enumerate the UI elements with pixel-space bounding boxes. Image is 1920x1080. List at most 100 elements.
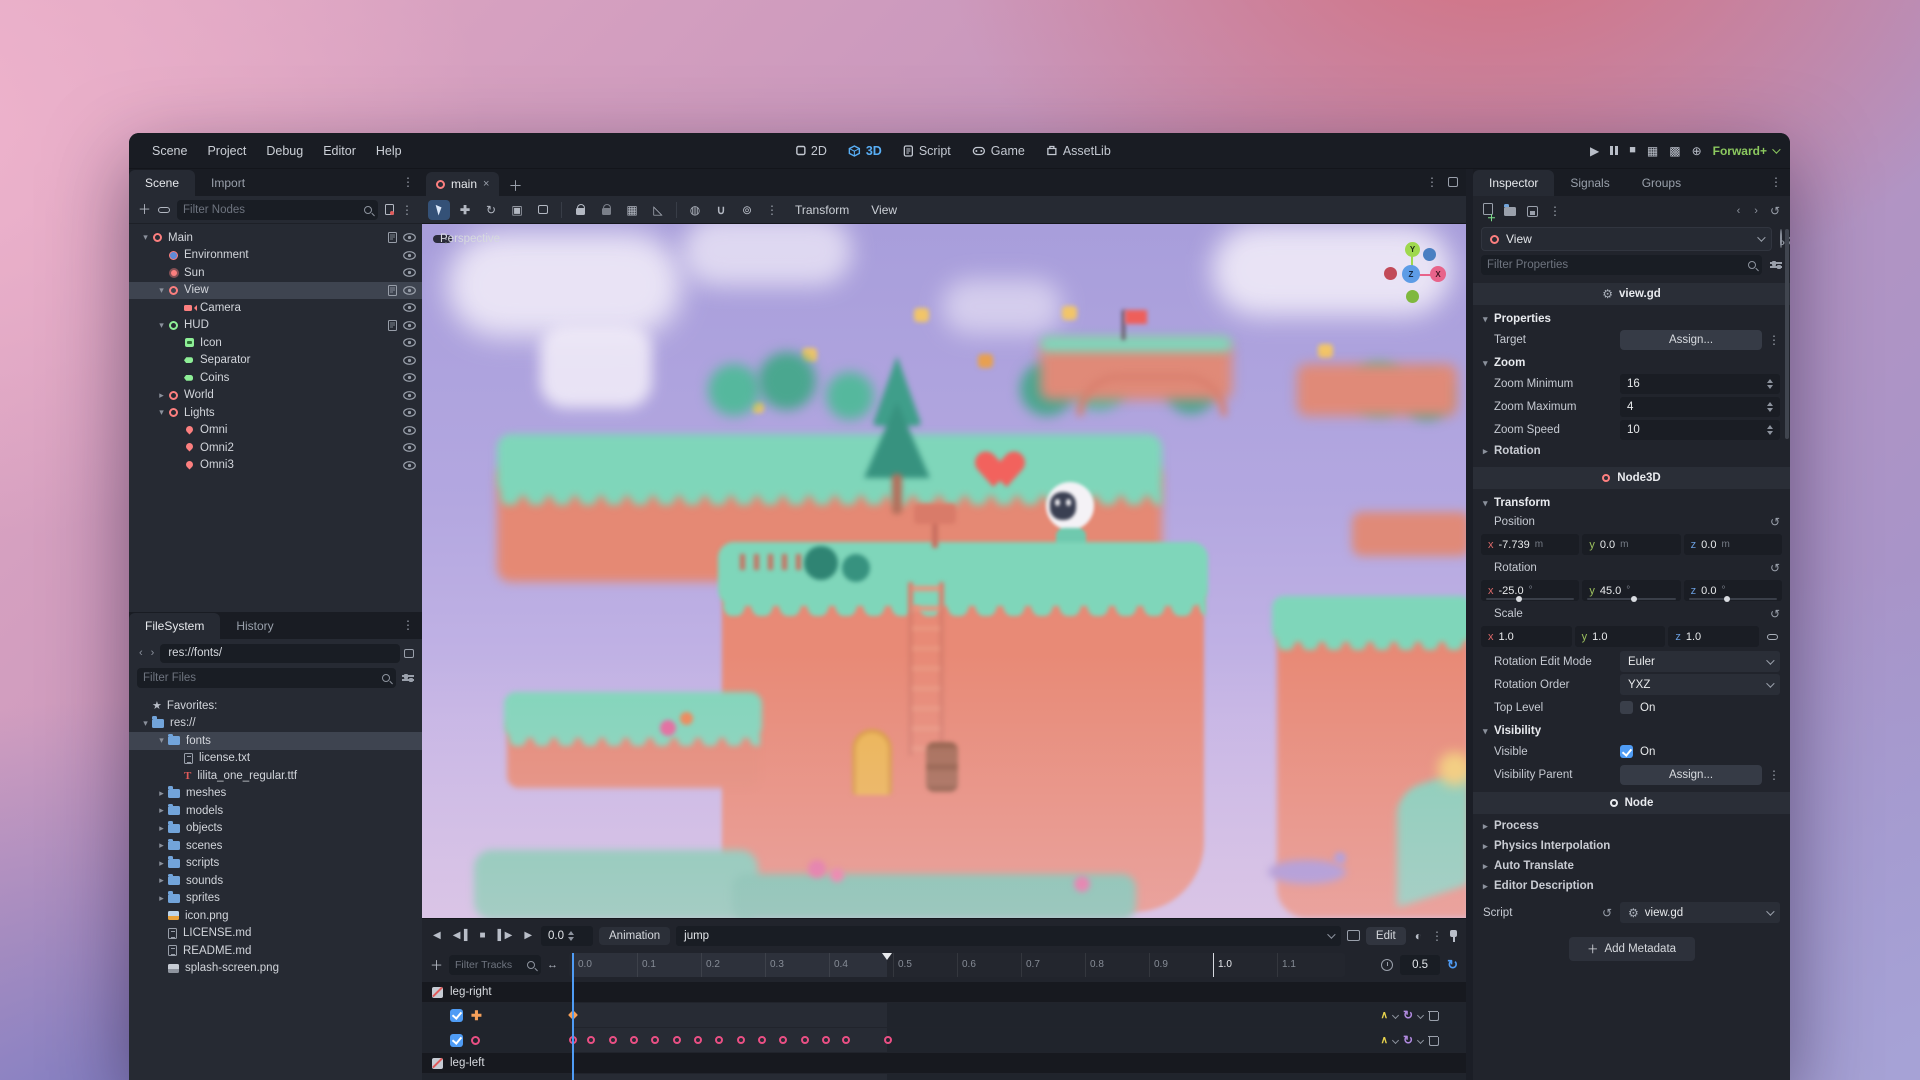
nav-forward-icon[interactable]: › bbox=[149, 647, 157, 659]
eye-icon[interactable] bbox=[403, 426, 416, 435]
rotation-z-field[interactable]: z0.0° bbox=[1684, 580, 1782, 601]
eye-icon[interactable] bbox=[403, 408, 416, 417]
file-row[interactable]: res:// bbox=[129, 715, 422, 733]
play-backwards-icon[interactable]: ◀▐ bbox=[450, 930, 471, 941]
scene-tree-row[interactable]: World bbox=[129, 387, 422, 405]
nav-back-icon[interactable]: ‹ bbox=[137, 647, 145, 659]
lock-button[interactable] bbox=[569, 200, 591, 220]
node3d-class-header[interactable]: Node3D bbox=[1473, 467, 1790, 489]
scene-tree-row[interactable]: Lights bbox=[129, 404, 422, 422]
track-row[interactable]: ✚ ∧ ↻ bbox=[422, 1003, 1466, 1027]
collapsed-section[interactable]: ▸Process bbox=[1473, 816, 1790, 836]
scene-tab-main[interactable]: main × bbox=[426, 172, 499, 196]
movie-maker-button[interactable]: ▩ bbox=[1669, 145, 1680, 157]
expand-arrow[interactable] bbox=[155, 320, 168, 331]
transform-menu[interactable]: Transform bbox=[786, 200, 858, 220]
delete-track-icon[interactable] bbox=[1428, 1035, 1438, 1046]
save-resource-icon[interactable] bbox=[1527, 206, 1538, 217]
visible-checkbox[interactable] bbox=[1620, 745, 1633, 758]
move-mode-button[interactable]: ✚ bbox=[454, 200, 476, 220]
play-button[interactable]: ▶ bbox=[1590, 145, 1599, 157]
close-icon[interactable]: × bbox=[483, 178, 489, 190]
property-menu-icon[interactable]: ⋮ bbox=[1768, 334, 1780, 346]
history-back-icon[interactable]: ‹ bbox=[1735, 205, 1743, 217]
scale-y-field[interactable]: y1.0 bbox=[1575, 626, 1666, 647]
rotation-y-field[interactable]: y45.0° bbox=[1582, 580, 1680, 601]
dock-menu-icon[interactable]: ⋮ bbox=[402, 176, 414, 188]
eye-icon[interactable] bbox=[403, 251, 416, 260]
scene-tree-row[interactable]: HUD bbox=[129, 317, 422, 335]
add-node-button[interactable]: ＋ bbox=[138, 203, 151, 216]
filter-nodes-field[interactable] bbox=[183, 204, 359, 216]
eye-icon[interactable] bbox=[403, 338, 416, 347]
add-metadata-button[interactable]: ＋ Add Metadata bbox=[1569, 937, 1695, 961]
tab-filesystem[interactable]: FileSystem bbox=[129, 613, 220, 639]
keyframe-lane[interactable] bbox=[422, 1003, 1466, 1027]
keyframe[interactable] bbox=[651, 1036, 659, 1044]
file-row[interactable]: meshes bbox=[129, 785, 422, 803]
scene-tree-row[interactable]: Omni3 bbox=[129, 457, 422, 475]
play-backwards-from-end-icon[interactable]: ◀ bbox=[430, 930, 444, 941]
position-z-field[interactable]: z0.0m bbox=[1684, 534, 1782, 555]
file-row[interactable]: icon.png bbox=[129, 907, 422, 925]
expand-arrow[interactable] bbox=[155, 390, 168, 401]
wrap-mode-icon[interactable]: ↻ bbox=[1403, 1033, 1413, 1047]
perspective-button[interactable]: ⋮ Perspective bbox=[433, 235, 452, 243]
time-spinner-icons[interactable] bbox=[568, 931, 574, 941]
rotation-x-field[interactable]: x-25.0° bbox=[1481, 580, 1579, 601]
eye-icon[interactable] bbox=[403, 391, 416, 400]
scale-x-field[interactable]: x1.0 bbox=[1481, 626, 1572, 647]
top-level-checkbox[interactable] bbox=[1620, 701, 1633, 714]
menu-item[interactable]: Help bbox=[367, 140, 411, 162]
keyframe-lane[interactable] bbox=[422, 1074, 1466, 1080]
scene-tree-row[interactable]: Separator bbox=[129, 352, 422, 370]
menu-item[interactable]: Project bbox=[198, 140, 255, 162]
expand-arrow[interactable] bbox=[155, 407, 168, 418]
keyframe[interactable] bbox=[758, 1036, 766, 1044]
script-icon[interactable] bbox=[388, 320, 397, 331]
filter-properties-input[interactable] bbox=[1481, 255, 1762, 275]
list-select-button[interactable] bbox=[532, 200, 554, 220]
menu-item[interactable]: Scene bbox=[143, 140, 196, 162]
filter-properties-field[interactable] bbox=[1487, 259, 1743, 271]
workspace-script[interactable]: Script bbox=[895, 141, 960, 161]
position-x-field[interactable]: x-7.739m bbox=[1481, 534, 1579, 555]
camera-override-button[interactable]: ⊚ bbox=[736, 200, 758, 220]
scale-mode-button[interactable]: ▣ bbox=[506, 200, 528, 220]
play-from-start-icon[interactable]: ▌▶ bbox=[495, 930, 516, 941]
split-view-icon[interactable] bbox=[404, 649, 414, 658]
section-zoom[interactable]: ▾Zoom bbox=[1473, 351, 1790, 372]
tab-signals[interactable]: Signals bbox=[1554, 170, 1625, 196]
eye-icon[interactable] bbox=[403, 286, 416, 295]
filter-files-input[interactable] bbox=[137, 668, 396, 688]
open-docs-icon[interactable]: DOC bbox=[1780, 230, 1782, 248]
section-properties[interactable]: ▾Properties bbox=[1473, 307, 1790, 328]
keyframe[interactable] bbox=[779, 1036, 787, 1044]
eye-icon[interactable] bbox=[403, 268, 416, 277]
pause-button[interactable] bbox=[1610, 146, 1618, 155]
update-mode-icon[interactable]: ∧ bbox=[1381, 1035, 1388, 1046]
axis-gizmo[interactable]: Y X Z bbox=[1376, 234, 1448, 306]
unlock-button[interactable] bbox=[595, 200, 617, 220]
file-row[interactable]: ★ Favorites: bbox=[129, 697, 422, 715]
resource-menu-icon[interactable]: ⋮ bbox=[1549, 205, 1561, 217]
tab-import[interactable]: Import bbox=[195, 170, 261, 196]
keyframe-lane[interactable] bbox=[422, 1028, 1466, 1052]
keyframe[interactable] bbox=[587, 1036, 595, 1044]
filter-tracks-field[interactable] bbox=[455, 959, 522, 971]
menu-item[interactable]: Editor bbox=[314, 140, 365, 162]
scene-tree-row[interactable]: Omni2 bbox=[129, 439, 422, 457]
gizmo-y-axis[interactable]: Y bbox=[1405, 242, 1420, 257]
file-row[interactable]: objects bbox=[129, 820, 422, 838]
new-resource-icon[interactable]: ＋ bbox=[1483, 202, 1493, 220]
tab-inspector[interactable]: Inspector bbox=[1473, 170, 1554, 196]
track-row[interactable]: leg-left ∧ ↻ bbox=[422, 1053, 1466, 1073]
eye-icon[interactable] bbox=[403, 373, 416, 382]
keyframe[interactable] bbox=[609, 1036, 617, 1044]
spinner-icons[interactable] bbox=[1767, 402, 1773, 412]
file-row[interactable]: README.md bbox=[129, 942, 422, 960]
revert-icon[interactable]: ↺ bbox=[1770, 516, 1780, 528]
chevron-down-icon[interactable] bbox=[1417, 1011, 1424, 1018]
scene-tree-row[interactable]: Main bbox=[129, 229, 422, 247]
value-spinbox[interactable]: 16 bbox=[1620, 374, 1780, 394]
